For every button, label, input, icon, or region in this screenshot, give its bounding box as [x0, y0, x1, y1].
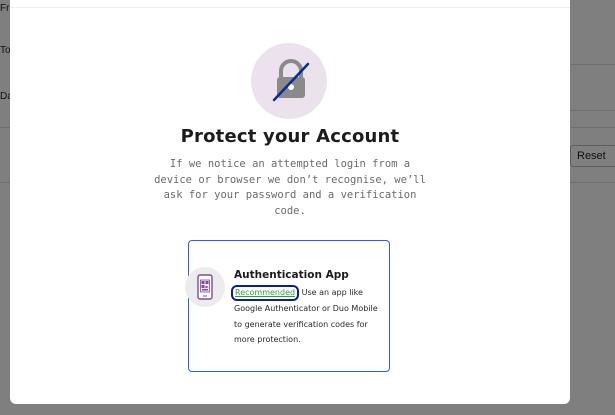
option-description-block: Recommended Use an app like Google Authe…	[231, 285, 386, 348]
recommended-badge-label: Recommended	[235, 288, 296, 297]
lock-slash-icon	[251, 43, 327, 119]
option-authentication-app[interactable]: Authentication App Recommended Use an ap…	[185, 240, 390, 372]
page-title: Protect your Account	[180, 126, 400, 147]
recommended-badge: Recommended	[231, 285, 300, 301]
option-title: Authentication App	[234, 269, 349, 281]
phone-qr-icon	[185, 267, 225, 307]
modal-divider	[10, 7, 570, 8]
modal-description: If we notice an attempted login from a d…	[154, 158, 426, 217]
protect-account-modal: Protect your Account If we notice an att…	[10, 0, 570, 404]
